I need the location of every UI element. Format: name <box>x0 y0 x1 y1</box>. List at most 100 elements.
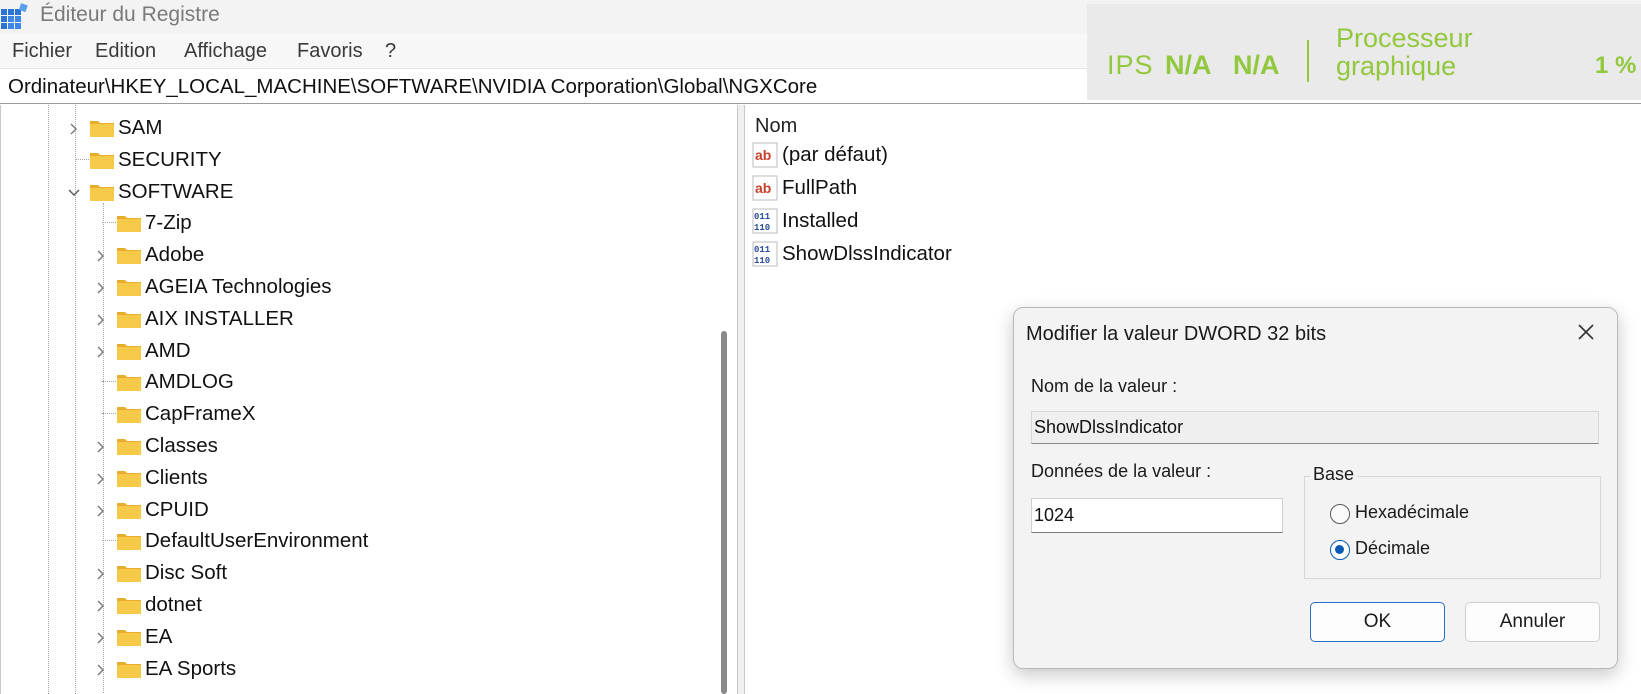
chevron-right-icon[interactable] <box>95 440 107 453</box>
radio-decimal[interactable] <box>1330 540 1350 560</box>
folder-icon <box>116 595 142 615</box>
folder-icon <box>89 150 115 170</box>
value-data-label: Données de la valeur : <box>1031 461 1212 481</box>
folder-icon <box>89 118 115 138</box>
tree-item-ea[interactable]: EA <box>145 625 172 649</box>
chevron-right-icon[interactable] <box>95 472 107 485</box>
tree-guide-line <box>102 381 116 383</box>
cancel-button[interactable]: Annuler <box>1465 602 1600 642</box>
ok-button[interactable]: OK <box>1310 602 1445 642</box>
chevron-right-icon[interactable] <box>95 567 107 580</box>
edit-dword-dialog: Modifier la valeur DWORD 32 bits Nom de … <box>1013 307 1618 669</box>
folder-icon <box>116 213 142 233</box>
folder-icon <box>116 500 142 520</box>
menu-favoris[interactable]: Favoris <box>297 40 363 63</box>
binary-value-icon: 011 110 <box>752 241 778 267</box>
gpu-label: Processeur graphique <box>1336 23 1473 81</box>
chevron-right-icon[interactable] <box>95 313 107 326</box>
column-header-name[interactable]: Nom <box>755 115 797 138</box>
radio-decimal-label[interactable]: Décimale <box>1355 538 1430 559</box>
registry-editor-window: Éditeur du Registre Fichier Edition Affi… <box>0 0 1641 694</box>
tree-item-amd[interactable]: AMD <box>145 339 191 363</box>
value-name-field: ShowDlssIndicator <box>1031 411 1599 444</box>
tree-item-sam[interactable]: SAM <box>118 116 162 140</box>
tree-item-software[interactable]: SOFTWARE <box>118 180 233 204</box>
menu-help[interactable]: ? <box>385 40 396 63</box>
tree-guide-line <box>48 105 49 694</box>
tree-item-adobe[interactable]: Adobe <box>145 243 204 267</box>
tree-item-ea-sports[interactable]: EA Sports <box>145 657 236 681</box>
string-value-icon: ab <box>752 142 778 168</box>
folder-icon <box>116 468 142 488</box>
folder-icon <box>116 436 142 456</box>
folder-icon <box>89 182 115 202</box>
gpu-overlay: IPS N/A N/A Processeur graphique 1 % <box>1087 4 1641 100</box>
key-tree-pane[interactable]: SAM SECURITY SOFTWARE 7-Zip Adobe AGEIA Techn… <box>0 105 737 694</box>
base-label: Base <box>1310 464 1358 485</box>
chevron-right-icon[interactable] <box>95 631 107 644</box>
value-item-label[interactable]: (par défaut) <box>782 143 888 167</box>
overlay-separator <box>1307 40 1309 82</box>
close-icon[interactable] <box>1575 321 1597 343</box>
folder-icon <box>116 404 142 424</box>
address-path[interactable]: Ordinateur\HKEY_LOCAL_MACHINE\SOFTWARE\N… <box>8 75 817 99</box>
svg-text:ab: ab <box>755 180 771 196</box>
tree-item-security[interactable]: SECURITY <box>118 148 222 172</box>
value-item-label[interactable]: ShowDlssIndicator <box>782 242 952 266</box>
tree-item-7-zip[interactable]: 7-Zip <box>145 211 192 235</box>
window-title: Éditeur du Registre <box>40 3 220 26</box>
tree-item-clients[interactable]: Clients <box>145 466 208 490</box>
tree-item-defaultuserenvironment[interactable]: DefaultUserEnvironment <box>145 529 368 553</box>
pane-splitter[interactable] <box>737 105 745 694</box>
folder-icon <box>116 531 142 551</box>
tree-guide-line <box>102 413 116 415</box>
value-item-label[interactable]: FullPath <box>782 176 857 200</box>
chevron-right-icon[interactable] <box>95 663 107 676</box>
menu-affichage[interactable]: Affichage <box>184 40 267 63</box>
tree-item-classes[interactable]: Classes <box>145 434 218 458</box>
chevron-right-icon[interactable] <box>95 504 107 517</box>
folder-icon <box>116 563 142 583</box>
gpu-usage-value: 1 % <box>1595 52 1637 79</box>
folder-icon <box>116 245 142 265</box>
chevron-right-icon[interactable] <box>95 345 107 358</box>
tree-guide-line <box>102 222 116 224</box>
tree-item-dotnet[interactable]: dotnet <box>145 593 202 617</box>
chevron-right-icon[interactable] <box>68 122 80 135</box>
base-groupbox: Base Hexadécimale Décimale <box>1304 464 1601 579</box>
svg-text:110: 110 <box>754 223 770 233</box>
svg-text:ab: ab <box>755 147 771 163</box>
tree-guide-line <box>102 540 116 542</box>
folder-icon <box>116 659 142 679</box>
radio-hexadecimal[interactable] <box>1330 504 1350 524</box>
folder-icon <box>116 372 142 392</box>
folder-icon <box>116 309 142 329</box>
chevron-right-icon[interactable] <box>95 249 107 262</box>
chevron-down-icon[interactable] <box>68 186 80 198</box>
value-data-input[interactable] <box>1031 498 1283 533</box>
svg-text:011: 011 <box>754 212 771 222</box>
binary-value-icon: 011 110 <box>752 208 778 234</box>
value-item-label[interactable]: Installed <box>782 209 858 233</box>
menu-fichier[interactable]: Fichier <box>12 40 72 63</box>
tree-scrollbar-thumb[interactable] <box>721 331 727 694</box>
fps-label: IPS <box>1107 50 1154 80</box>
tree-item-ageia-technologies[interactable]: AGEIA Technologies <box>145 275 332 299</box>
tree-guide-line <box>75 158 89 160</box>
string-value-icon: ab <box>752 175 778 201</box>
tree-item-amdlog[interactable]: AMDLOG <box>145 370 234 394</box>
tree-item-disc-soft[interactable]: Disc Soft <box>145 561 227 585</box>
tree-item-cpuid[interactable]: CPUID <box>145 498 209 522</box>
radio-hexadecimal-label[interactable]: Hexadécimale <box>1355 502 1469 523</box>
chevron-right-icon[interactable] <box>95 599 107 612</box>
folder-icon <box>116 277 142 297</box>
menu-edition[interactable]: Edition <box>95 40 156 63</box>
folder-icon <box>116 341 142 361</box>
svg-text:011: 011 <box>754 245 771 255</box>
chevron-right-icon[interactable] <box>95 281 107 294</box>
tree-item-capframex[interactable]: CapFrameX <box>145 402 256 426</box>
fps-value: N/A <box>1165 50 1212 80</box>
value-name-label: Nom de la valeur : <box>1031 376 1178 396</box>
tree-item-aix-installer[interactable]: AIX INSTALLER <box>145 307 294 331</box>
fps-value-secondary: N/A <box>1233 50 1280 80</box>
